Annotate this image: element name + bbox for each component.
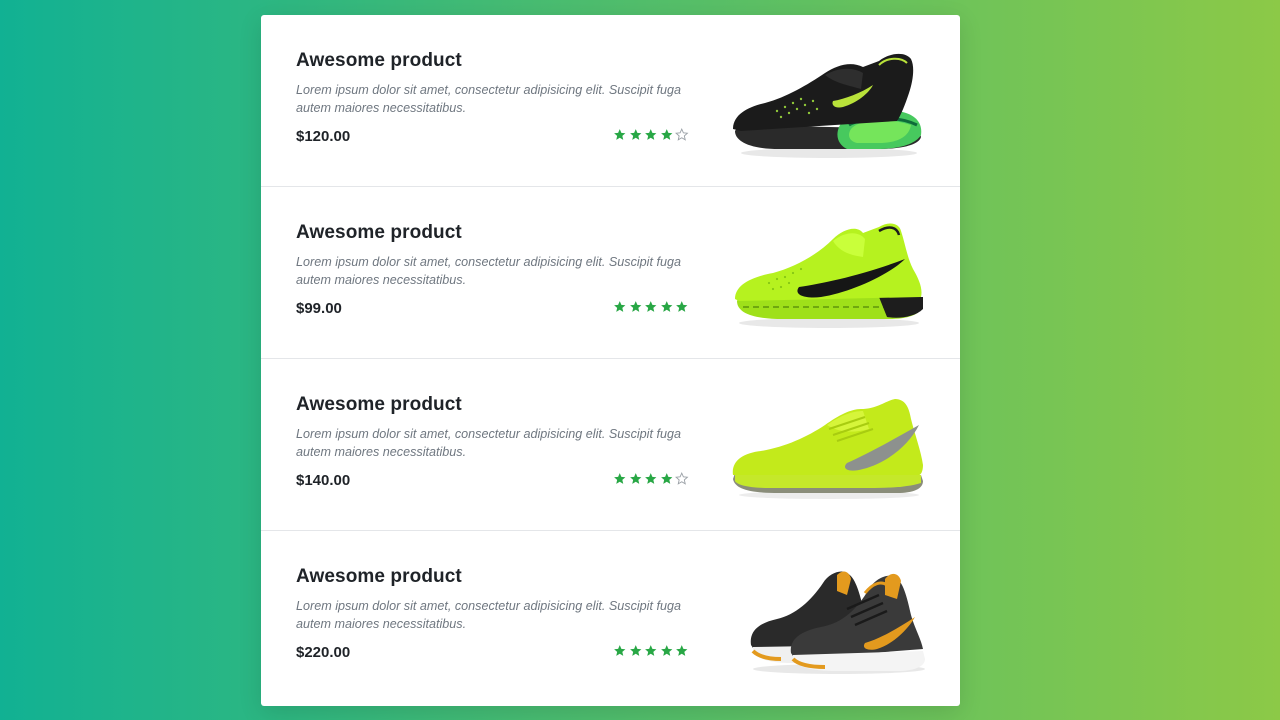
product-price: $220.00 bbox=[296, 644, 351, 661]
product-description: Lorem ipsum dolor sit amet, consectetur … bbox=[296, 255, 681, 287]
product-rating bbox=[613, 128, 689, 142]
star-filled-icon bbox=[645, 301, 657, 312]
star-filled-icon bbox=[660, 473, 672, 484]
product-rating bbox=[613, 300, 689, 314]
product-list-card: Awesome product Lorem ipsum dolor sit am… bbox=[261, 15, 960, 706]
product-description: Lorem ipsum dolor sit amet, consectetur … bbox=[296, 427, 681, 459]
product-description: Lorem ipsum dolor sit amet, consectetur … bbox=[296, 599, 681, 631]
star-filled-icon bbox=[645, 129, 657, 140]
star-filled-icon bbox=[614, 301, 626, 312]
star-filled-icon bbox=[660, 129, 672, 140]
product-item[interactable]: Awesome product Lorem ipsum dolor sit am… bbox=[261, 359, 960, 531]
product-item[interactable]: Awesome product Lorem ipsum dolor sit am… bbox=[261, 187, 960, 359]
star-filled-icon bbox=[614, 645, 626, 656]
product-title[interactable]: Awesome product bbox=[296, 221, 688, 245]
product-rating bbox=[613, 472, 689, 486]
star-filled-icon bbox=[645, 645, 657, 656]
lime-tennis-shoe-icon[interactable] bbox=[729, 389, 929, 507]
product-price: $120.00 bbox=[296, 128, 351, 145]
star-filled-icon bbox=[660, 301, 672, 312]
product-description: Lorem ipsum dolor sit amet, consectetur … bbox=[296, 83, 681, 115]
product-rating bbox=[613, 644, 689, 658]
star-empty-icon bbox=[675, 472, 689, 485]
star-filled-icon bbox=[676, 301, 688, 312]
star-filled-icon bbox=[629, 473, 641, 484]
product-title[interactable]: Awesome product bbox=[296, 49, 688, 73]
product-title[interactable]: Awesome product bbox=[296, 565, 688, 589]
black-orange-sneakers-pair-icon[interactable] bbox=[729, 561, 929, 679]
product-price: $99.00 bbox=[296, 300, 342, 317]
product-item[interactable]: Awesome product Lorem ipsum dolor sit am… bbox=[261, 15, 960, 187]
star-filled-icon bbox=[629, 301, 641, 312]
product-info: Awesome product Lorem ipsum dolor sit am… bbox=[296, 49, 688, 117]
star-empty-icon bbox=[675, 128, 689, 141]
neon-green-sneaker-icon[interactable] bbox=[729, 217, 929, 335]
product-price: $140.00 bbox=[296, 472, 351, 489]
star-filled-icon bbox=[614, 129, 626, 140]
star-filled-icon bbox=[645, 473, 657, 484]
star-filled-icon bbox=[660, 645, 672, 656]
product-item[interactable]: Awesome product Lorem ipsum dolor sit am… bbox=[261, 531, 960, 706]
star-filled-icon bbox=[676, 645, 688, 656]
star-filled-icon bbox=[614, 473, 626, 484]
star-filled-icon bbox=[629, 645, 641, 656]
star-filled-icon bbox=[629, 129, 641, 140]
product-info: Awesome product Lorem ipsum dolor sit am… bbox=[296, 221, 688, 289]
product-info: Awesome product Lorem ipsum dolor sit am… bbox=[296, 393, 688, 461]
product-title[interactable]: Awesome product bbox=[296, 393, 688, 417]
black-green-sneaker-icon[interactable] bbox=[729, 45, 929, 163]
product-info: Awesome product Lorem ipsum dolor sit am… bbox=[296, 565, 688, 633]
